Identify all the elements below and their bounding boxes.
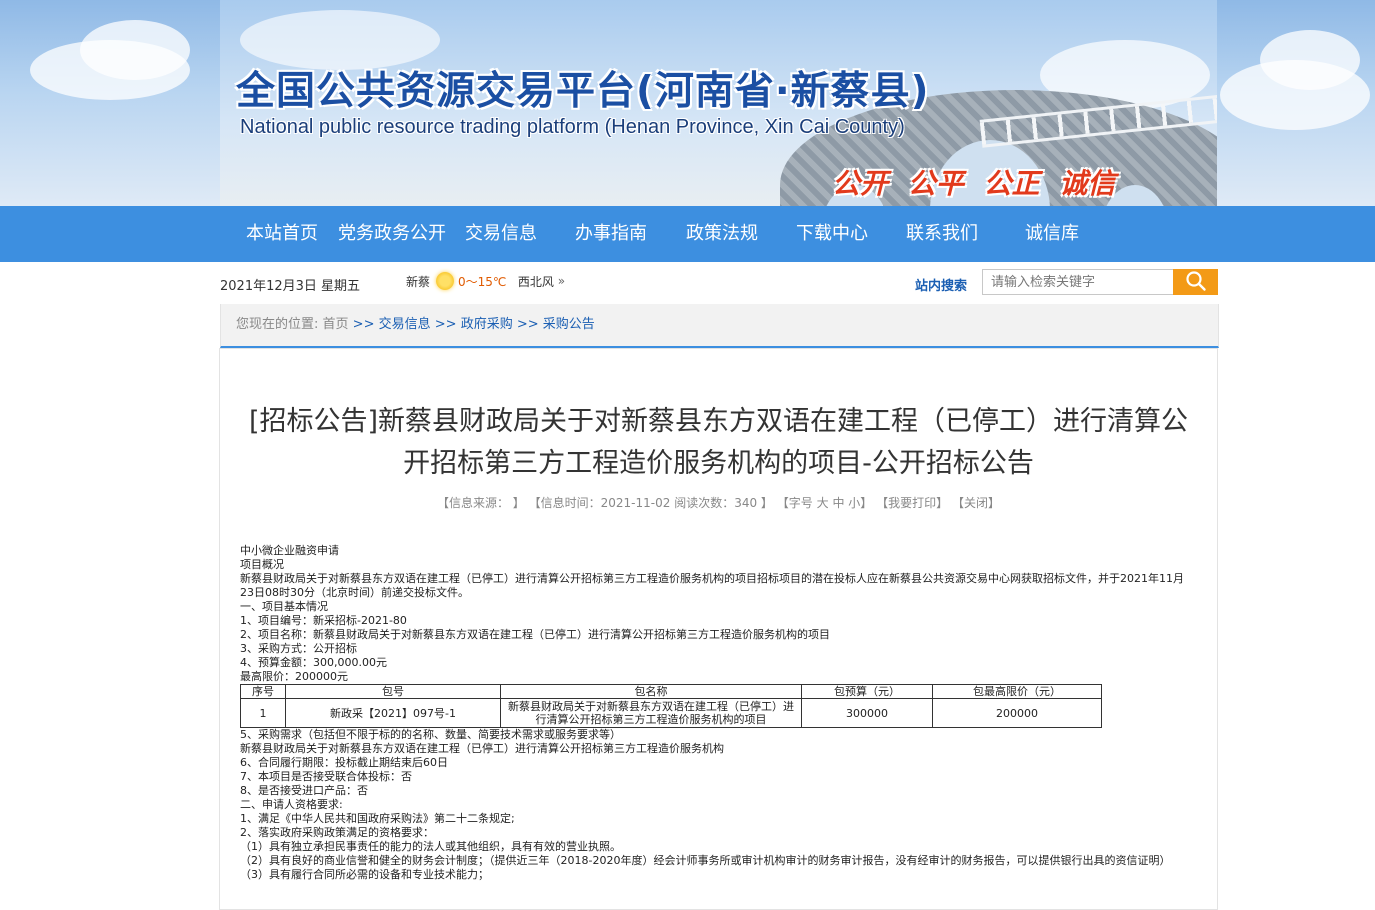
table-cell: 300000 xyxy=(801,698,933,728)
table-header: 包名称 xyxy=(500,684,802,699)
article-body: 中小微企业融资申请 项目概况 新蔡县财政局关于对新蔡县东方双语在建工程（已停工）… xyxy=(240,544,1200,882)
body-line: 1、满足《中华人民共和国政府采购法》第二十二条规定; xyxy=(240,812,515,825)
nav-download[interactable]: 下载中心 xyxy=(796,206,868,262)
body-line: （1）具有独立承担民事责任的能力的法人或其他组织，具有有效的营业执照。 xyxy=(240,840,621,853)
body-line: （2）具有良好的商业信誉和健全的财务会计制度；（提供近三年（2018-2020年… xyxy=(240,854,1171,867)
body-line: 项目概况 xyxy=(240,558,284,571)
search-button[interactable] xyxy=(1173,269,1218,295)
table-header-row: 序号 包号 包名称 包预算（元） 包最高限价（元） xyxy=(240,684,1102,699)
search-label: 站内搜索 xyxy=(915,279,968,294)
meta-time: 【信息时间：2021-11-02 阅读次数：340 】 xyxy=(528,496,773,510)
body-line: 8、是否接受进口产品：否 xyxy=(240,784,368,797)
weather-wind: 西北风 xyxy=(517,274,554,289)
breadcrumb-home[interactable]: 首页 xyxy=(323,317,349,332)
body-line: 7、本项目是否接受联合体投标：否 xyxy=(240,770,412,783)
body-line: 1、项目编号：新采招标-2021-80 xyxy=(240,614,407,627)
body-line: 中小微企业融资申请 xyxy=(240,544,339,557)
close-link[interactable]: 【关闭】 xyxy=(952,496,1000,510)
nav-guide[interactable]: 办事指南 xyxy=(575,206,647,262)
sun-icon xyxy=(436,272,455,290)
article-title: [招标公告]新蔡县财政局关于对新蔡县东方双语在建工程（已停工）进行清算公开招标第… xyxy=(248,406,1189,479)
table-cell: 新政采【2021】097号-1 xyxy=(285,698,501,728)
package-table: 序号 包号 包名称 包预算（元） 包最高限价（元） 1 新政采【2021】097… xyxy=(240,684,1102,728)
cloud-decoration xyxy=(80,20,190,80)
font-medium-link[interactable]: 中 xyxy=(832,496,844,510)
body-line: 5、采购需求（包括但不限于标的的名称、数量、简要技术需求或服务要求等） xyxy=(240,728,621,741)
breadcrumb-separator: >> xyxy=(430,317,461,332)
table-cell: 新蔡县财政局关于对新蔡县东方双语在建工程（已停工）进行清算公开招标第三方工程造价… xyxy=(500,698,802,728)
meta-source: 【信息来源： 】 xyxy=(436,496,525,510)
font-small-link[interactable]: 小 xyxy=(848,496,860,510)
nav-policy[interactable]: 政策法规 xyxy=(686,206,758,262)
breadcrumb: 您现在的位置: 首页 >> 交易信息 >> 政府采购 >> 采购公告 xyxy=(220,304,1219,348)
body-line: 一、项目基本情况 xyxy=(240,600,328,613)
breadcrumb-label: 您现在的位置: xyxy=(236,317,319,332)
nav-party-affairs[interactable]: 党务政务公开 xyxy=(338,206,446,262)
nav-home[interactable]: 本站首页 xyxy=(246,206,318,262)
body-line: 2、项目名称：新蔡县财政局关于对新蔡县东方双语在建工程（已停工）进行清算公开招标… xyxy=(240,628,830,641)
header-banner: 全国公共资源交易平台(河南省·新蔡县) National public reso… xyxy=(0,0,1375,206)
cloud-decoration xyxy=(1260,30,1360,90)
table-header: 包预算（元） xyxy=(801,684,933,699)
font-large-link[interactable]: 大 xyxy=(817,496,829,510)
table-cell: 1 xyxy=(240,698,286,728)
article-panel: [招标公告]新蔡县财政局关于对新蔡县东方双语在建工程（已停工）进行清算公开招标第… xyxy=(219,348,1218,910)
info-bar: 2021年12月3日 星期五 新蔡 0～15℃ 西北风 » 站内搜索 xyxy=(220,262,1218,304)
site-title: 全国公共资源交易平台(河南省·新蔡县) xyxy=(236,69,930,114)
meta-font-size: 【字号 大 中 小】 xyxy=(776,496,873,510)
table-cell: 200000 xyxy=(932,698,1102,728)
body-line: 最高限价：200000元 xyxy=(240,670,348,683)
site-slogan: 公开 公平 公正 诚信 xyxy=(832,167,1116,200)
breadcrumb-procurement-notice[interactable]: 采购公告 xyxy=(543,317,595,332)
search-input[interactable] xyxy=(982,269,1180,295)
main-nav: 本站首页 党务政务公开 交易信息 办事指南 政策法规 下载中心 联系我们 诚信库 xyxy=(0,206,1375,262)
body-line: 6、合同履行期限：投标截止期结束后60日 xyxy=(240,756,448,769)
breadcrumb-trade-info[interactable]: 交易信息 xyxy=(379,317,431,332)
print-link[interactable]: 【我要打印】 xyxy=(876,496,948,510)
table-row: 1 新政采【2021】097号-1 新蔡县财政局关于对新蔡县东方双语在建工程（已… xyxy=(240,698,1102,728)
breadcrumb-separator: >> xyxy=(512,317,543,332)
breadcrumb-separator: >> xyxy=(348,317,379,332)
nav-contact[interactable]: 联系我们 xyxy=(906,206,978,262)
table-header: 包最高限价（元） xyxy=(932,684,1102,699)
current-date: 2021年12月3日 星期五 xyxy=(220,279,361,294)
more-arrow-icon: » xyxy=(557,274,566,288)
article-meta: 【信息来源： 】 【信息时间：2021-11-02 阅读次数：340 】 【字号… xyxy=(240,494,1197,511)
body-line: （3）具有履行合同所必需的设备和专业技术能力； xyxy=(240,868,489,881)
body-line: 4、预算金额：300,000.00元 xyxy=(240,656,387,669)
search-icon xyxy=(1185,271,1206,291)
body-line: 新蔡县财政局关于对新蔡县东方双语在建工程（已停工）进行清算公开招标第三方工程造价… xyxy=(240,742,724,755)
weather-widget[interactable]: 新蔡 0～15℃ 西北风 » xyxy=(406,272,565,294)
site-subtitle: National public resource trading platfor… xyxy=(240,116,905,138)
breadcrumb-gov-procurement[interactable]: 政府采购 xyxy=(461,317,513,332)
weather-temp: 0～15℃ xyxy=(458,274,507,289)
body-line: 二、申请人资格要求: xyxy=(240,798,343,811)
body-line: 2、落实政府采购政策满足的资格要求： xyxy=(240,826,434,839)
table-header: 包号 xyxy=(285,684,501,699)
nav-credit[interactable]: 诚信库 xyxy=(1025,206,1079,262)
weather-city: 新蔡 xyxy=(406,274,431,289)
body-line: 新蔡县财政局关于对新蔡县东方双语在建工程（已停工）进行清算公开招标第三方工程造价… xyxy=(240,572,1184,599)
nav-trade-info[interactable]: 交易信息 xyxy=(465,206,537,262)
body-line: 3、采购方式：公开招标 xyxy=(240,642,357,655)
table-header: 序号 xyxy=(240,684,286,699)
